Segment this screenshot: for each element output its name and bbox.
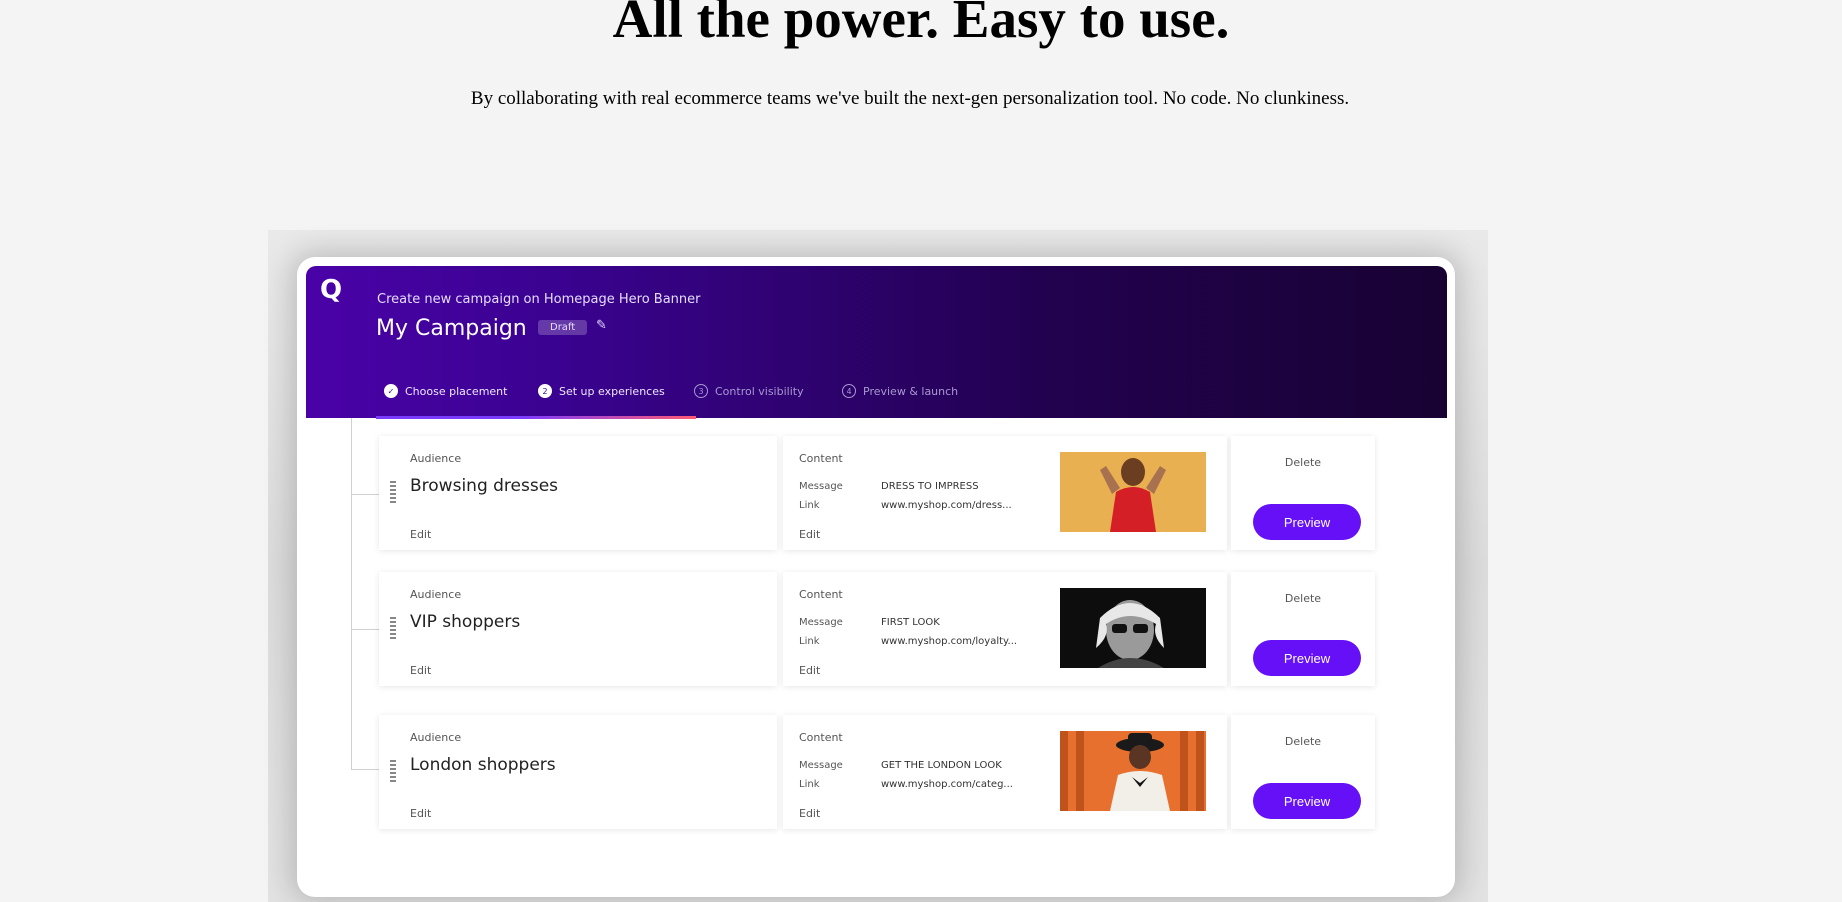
step-choose-placement[interactable]: ✓ Choose placement	[384, 384, 507, 398]
experience-row: Audience Browsing dresses Edit Content M…	[379, 436, 1375, 550]
delete-button[interactable]: Delete	[1231, 456, 1375, 469]
step-label: Control visibility	[715, 384, 804, 398]
link-key: Link	[799, 779, 820, 790]
audience-edit-link[interactable]: Edit	[410, 664, 431, 677]
campaign-title: My Campaign	[376, 316, 527, 341]
audience-name: Browsing dresses	[410, 476, 559, 496]
preview-button[interactable]: Preview	[1253, 640, 1361, 676]
step-number: 3	[694, 384, 708, 398]
message-value: DRESS TO IMPRESS	[881, 481, 979, 492]
banner-image-red-dress	[1060, 452, 1206, 532]
audience-card: Audience Browsing dresses Edit	[379, 436, 777, 550]
audience-card: Audience VIP shoppers Edit	[379, 572, 777, 686]
content-card: Content Message GET THE LONDON LOOK Link…	[783, 715, 1227, 829]
drag-handle-icon[interactable]	[390, 617, 396, 639]
message-value: FIRST LOOK	[881, 617, 940, 628]
actions-card: Delete Preview	[1231, 436, 1375, 550]
actions-card: Delete Preview	[1231, 572, 1375, 686]
audience-edit-link[interactable]: Edit	[410, 528, 431, 541]
audience-edit-link[interactable]: Edit	[410, 807, 431, 820]
drag-handle-icon[interactable]	[390, 481, 396, 503]
step-progress-bar	[376, 416, 696, 419]
content-card: Content Message DRESS TO IMPRESS Link ww…	[783, 436, 1227, 550]
campaign-header: Q Create new campaign on Homepage Hero B…	[306, 266, 1447, 419]
preview-button[interactable]: Preview	[1253, 504, 1361, 540]
banner-image-sunglasses	[1060, 588, 1206, 668]
message-key: Message	[799, 760, 843, 771]
edit-pencil-icon[interactable]: ✎	[596, 318, 607, 333]
link-value: www.myshop.com/categ...	[881, 779, 1013, 790]
step-set-up-experiences[interactable]: 2 Set up experiences	[538, 384, 665, 398]
experience-row: Audience VIP shoppers Edit Content Messa…	[379, 572, 1375, 686]
audience-card: Audience London shoppers Edit	[379, 715, 777, 829]
brand-logo[interactable]: Q	[320, 277, 344, 303]
content-edit-link[interactable]: Edit	[799, 807, 820, 820]
check-icon: ✓	[384, 384, 398, 398]
step-label: Set up experiences	[559, 384, 665, 398]
delete-button[interactable]: Delete	[1231, 592, 1375, 605]
content-label: Content	[799, 588, 843, 601]
step-label: Preview & launch	[863, 384, 959, 398]
banner-image-london-look	[1060, 731, 1206, 811]
content-label: Content	[799, 452, 843, 465]
content-label: Content	[799, 731, 843, 744]
step-label: Choose placement	[405, 384, 508, 398]
tree-connector	[351, 418, 352, 769]
link-value: www.myshop.com/loyalty...	[881, 636, 1018, 647]
stepper: ✓ Choose placement 2 Set up experiences …	[376, 384, 1276, 419]
drag-handle-icon[interactable]	[390, 760, 396, 782]
app-window: Q Create new campaign on Homepage Hero B…	[297, 257, 1455, 897]
message-key: Message	[799, 481, 843, 492]
message-key: Message	[799, 617, 843, 628]
step-preview-launch[interactable]: 4 Preview & launch	[842, 384, 958, 398]
delete-button[interactable]: Delete	[1231, 735, 1375, 748]
step-number: 2	[538, 384, 552, 398]
content-card: Content Message FIRST LOOK Link www.mysh…	[783, 572, 1227, 686]
content-edit-link[interactable]: Edit	[799, 664, 820, 677]
audience-name: VIP shoppers	[410, 612, 521, 632]
content-edit-link[interactable]: Edit	[799, 528, 820, 541]
actions-card: Delete Preview	[1231, 715, 1375, 829]
message-value: GET THE LONDON LOOK	[881, 760, 1002, 771]
link-value: www.myshop.com/dress...	[881, 500, 1012, 511]
tree-connector	[351, 629, 379, 630]
breadcrumb: Create new campaign on Homepage Hero Ban…	[377, 292, 701, 307]
link-key: Link	[799, 500, 820, 511]
tree-connector	[351, 494, 379, 495]
audience-label: Audience	[410, 452, 462, 465]
hero-title: All the power. Easy to use.	[612, 0, 1230, 49]
audience-label: Audience	[410, 731, 462, 744]
step-control-visibility[interactable]: 3 Control visibility	[694, 384, 804, 398]
hero-subtitle: By collaborating with real ecommerce tea…	[470, 88, 1350, 109]
step-number: 4	[842, 384, 856, 398]
experience-row: Audience London shoppers Edit Content Me…	[379, 715, 1375, 829]
audience-label: Audience	[410, 588, 462, 601]
link-key: Link	[799, 636, 820, 647]
status-badge: Draft	[538, 320, 588, 335]
preview-button[interactable]: Preview	[1253, 783, 1361, 819]
audience-name: London shoppers	[410, 755, 556, 775]
tree-connector	[351, 769, 379, 770]
